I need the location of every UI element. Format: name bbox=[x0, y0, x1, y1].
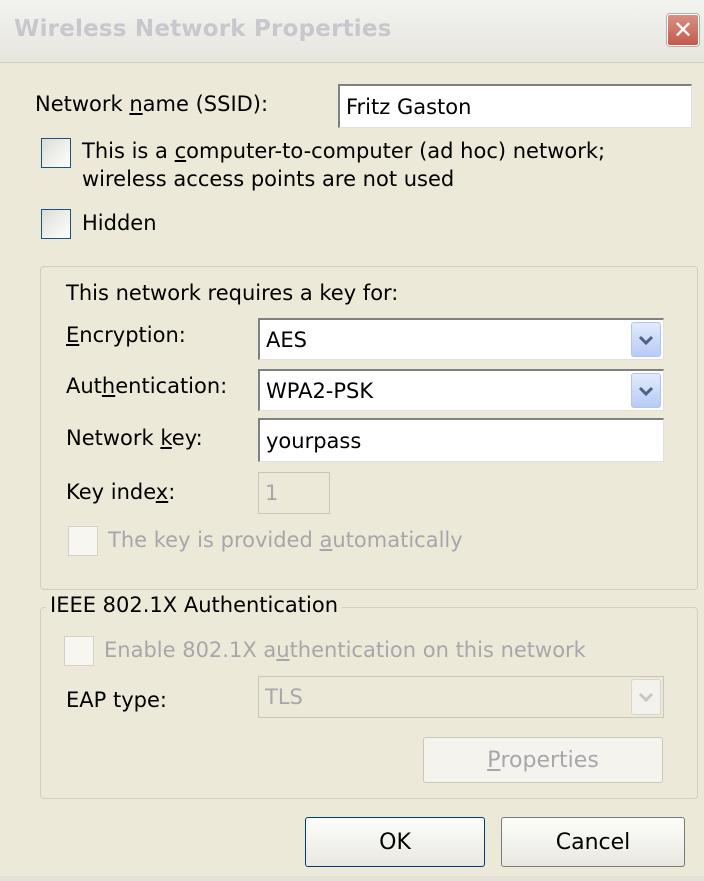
network-key-input[interactable]: yourpass bbox=[258, 418, 664, 462]
authentication-value: WPA2-PSK bbox=[266, 378, 374, 403]
encryption-label-accel: E bbox=[66, 323, 80, 347]
properties-button[interactable]: Properties bbox=[423, 737, 663, 783]
ssid-value: Fritz Gaston bbox=[346, 94, 472, 119]
adhoc-line1-post: omputer-to-computer (ad hoc) network; bbox=[186, 139, 606, 163]
ssid-label-post: ame (SSID): bbox=[142, 92, 269, 116]
adhoc-label: This is a computer-to-computer (ad hoc) … bbox=[82, 137, 605, 193]
enable-8021x-label: Enable 802.1X authentication on this net… bbox=[104, 638, 586, 662]
close-icon: ✕ bbox=[672, 16, 694, 44]
encryption-label: Encryption: bbox=[66, 323, 186, 347]
key-index-value: 1 bbox=[265, 481, 279, 505]
key-index-label-pre: Key inde bbox=[66, 480, 156, 504]
chevron-down-icon bbox=[638, 386, 654, 396]
cancel-button[interactable]: Cancel bbox=[501, 817, 685, 867]
close-button[interactable]: ✕ bbox=[667, 14, 699, 46]
encryption-select[interactable]: AES bbox=[258, 318, 664, 360]
adhoc-line1-pre: This is a bbox=[82, 139, 175, 163]
eap-type-label: EAP type: bbox=[66, 688, 167, 712]
network-key-value: yourpass bbox=[266, 428, 362, 453]
chevron-down-icon bbox=[638, 335, 654, 345]
hidden-label: Hidden bbox=[82, 211, 157, 235]
enable-8021x-label-post: thentication on this network bbox=[289, 638, 586, 662]
ok-button[interactable]: OK bbox=[305, 817, 485, 867]
enable-8021x-label-accel: u bbox=[276, 638, 290, 662]
properties-button-label: roperties bbox=[500, 747, 599, 773]
authentication-label: Authentication: bbox=[66, 374, 227, 398]
key-index-label-post: : bbox=[168, 480, 176, 504]
network-key-label: Network key: bbox=[66, 426, 203, 450]
enable-8021x-label-pre: Enable 802.1X a bbox=[104, 638, 277, 662]
ssid-input[interactable]: Fritz Gaston bbox=[338, 84, 692, 128]
chevron-down-icon bbox=[638, 692, 654, 703]
ssid-label-pre: Network bbox=[35, 92, 130, 116]
auto-key-label-post: utomatically bbox=[332, 528, 463, 552]
adhoc-label-line1: This is a computer-to-computer (ad hoc) … bbox=[82, 137, 605, 165]
network-key-label-accel: k bbox=[160, 426, 172, 450]
adhoc-line1-accel: c bbox=[174, 139, 187, 163]
window-title: Wireless Network Properties bbox=[14, 16, 392, 42]
encryption-label-post: ncryption: bbox=[79, 323, 186, 347]
ssid-label: Network name (SSID): bbox=[35, 92, 268, 116]
adhoc-label-line2: wireless access points are not used bbox=[82, 167, 455, 191]
key-index-input[interactable]: 1 bbox=[258, 472, 330, 514]
key-index-label: Key index: bbox=[66, 480, 175, 504]
authentication-dropdown-button[interactable] bbox=[631, 373, 661, 408]
auto-key-label-pre: The key is provided bbox=[108, 528, 320, 552]
enable-8021x-checkbox[interactable] bbox=[64, 636, 94, 666]
encryption-dropdown-button[interactable] bbox=[631, 322, 661, 357]
properties-button-accel: P bbox=[487, 747, 501, 773]
ssid-label-accel: n bbox=[129, 92, 143, 116]
eap-type-dropdown-button[interactable] bbox=[631, 679, 661, 715]
key-group-heading: This network requires a key for: bbox=[66, 281, 399, 305]
eap-type-value: TLS bbox=[265, 685, 303, 709]
ieee-group-legend: IEEE 802.1X Authentication bbox=[46, 593, 343, 617]
authentication-select[interactable]: WPA2-PSK bbox=[258, 369, 664, 411]
window-bottom-edge bbox=[0, 876, 704, 881]
key-index-label-accel: x bbox=[155, 480, 169, 504]
adhoc-checkbox[interactable] bbox=[41, 138, 71, 168]
title-bar: Wireless Network Properties ✕ bbox=[0, 0, 704, 63]
network-key-label-pre: Network bbox=[66, 426, 161, 450]
encryption-value: AES bbox=[266, 327, 307, 352]
auto-key-label-accel: a bbox=[319, 528, 333, 552]
hidden-checkbox[interactable] bbox=[41, 209, 71, 239]
authentication-label-pre: Aut bbox=[66, 374, 102, 398]
authentication-label-post: entication: bbox=[115, 374, 228, 398]
auto-key-label: The key is provided automatically bbox=[108, 528, 463, 552]
authentication-label-accel: h bbox=[101, 374, 116, 398]
eap-type-select[interactable]: TLS bbox=[258, 676, 664, 718]
network-key-label-post: ey: bbox=[171, 426, 203, 450]
auto-key-checkbox[interactable] bbox=[68, 526, 98, 556]
